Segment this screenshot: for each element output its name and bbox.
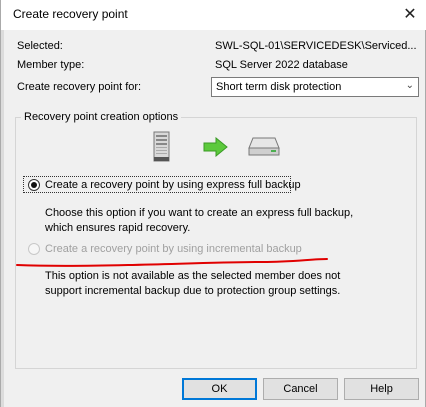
disk-drive-icon [248,137,280,156]
create-for-select[interactable]: Short term disk protection ⌄ [211,77,419,97]
member-type-value: SQL Server 2022 database [215,59,348,71]
selected-value: SWL-SQL-01\SERVICEDESK\Serviced... [215,40,417,52]
ok-button[interactable]: OK [182,378,257,400]
close-icon[interactable]: ✕ [397,2,423,26]
member-type-label: Member type: [17,59,85,71]
create-for-label: Create recovery point for: [17,81,142,93]
create-for-value: Short term disk protection [216,81,342,93]
chevron-down-icon: ⌄ [405,80,414,91]
server-icon [153,131,170,162]
cancel-button[interactable]: Cancel [263,378,338,400]
create-recovery-point-dialog: Create recovery point ✕ Selected: SWL-SQ… [0,0,426,407]
help-button[interactable]: Help [344,378,419,400]
express-backup-description: Choose this option if you want to create… [45,207,354,234]
incremental-backup-label: Create a recovery point by using increme… [45,243,302,255]
express-backup-radio[interactable] [28,179,40,191]
options-group-title: Recovery point creation options [21,111,182,123]
incremental-backup-description: This option is not available as the sele… [45,270,341,297]
incremental-backup-radio [28,243,40,255]
window-title: Create recovery point [13,7,128,21]
window-edge [1,0,4,407]
title-bar: Create recovery point ✕ [1,0,426,30]
arrow-right-icon [203,137,228,157]
selected-label: Selected: [17,40,63,52]
express-backup-label[interactable]: Create a recovery point by using express… [45,179,301,191]
